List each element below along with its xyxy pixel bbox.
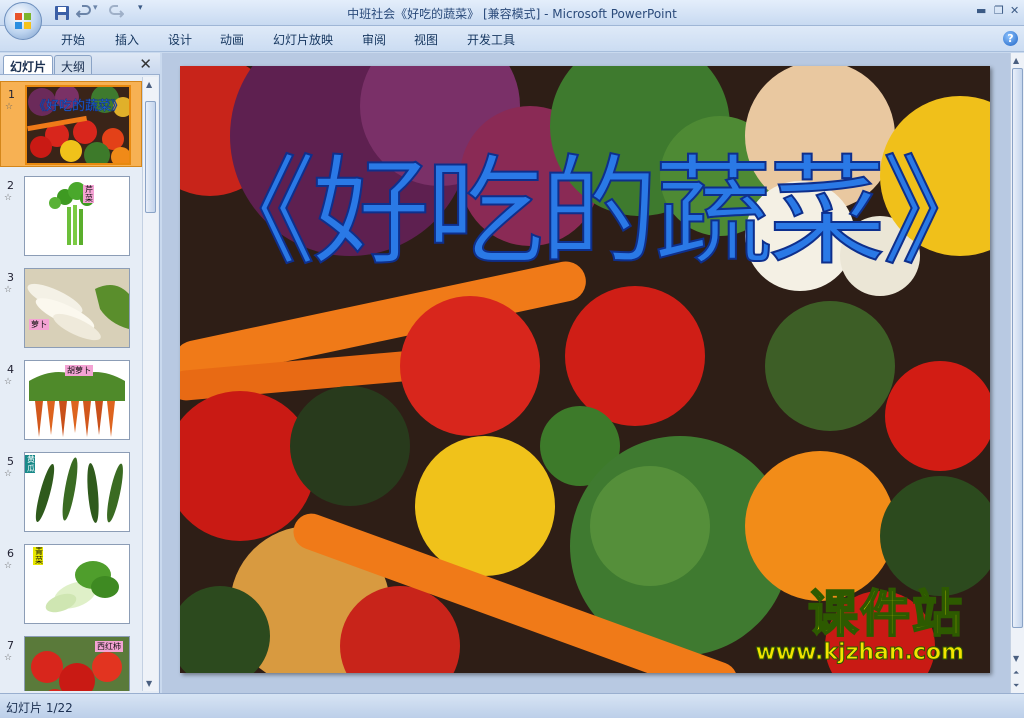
thumbnail-row[interactable]: 5 ☆ 黄瓜 bbox=[0, 449, 142, 535]
cucumbers-image bbox=[35, 457, 123, 523]
thumbnail-row[interactable]: 3 ☆ 萝卜 bbox=[0, 265, 142, 351]
slide-thumbnail[interactable]: 《好吃的蔬菜》 bbox=[25, 85, 131, 165]
office-button[interactable] bbox=[4, 2, 42, 40]
thumbnail-label: 胡萝卜 bbox=[65, 365, 93, 376]
panel-tab-bar: 幻灯片 大纲 ✕ bbox=[0, 53, 160, 75]
slide-editor: 《好吃的蔬菜》 课件站 www.kjzhan.com bbox=[162, 53, 1010, 693]
close-panel-icon[interactable]: ✕ bbox=[139, 55, 152, 73]
panel-scrollbar[interactable]: ▲ ▼ bbox=[142, 77, 158, 691]
tab-home[interactable]: 开始 bbox=[61, 31, 85, 48]
thumbnail-number: 4 bbox=[7, 363, 14, 376]
thumbnail-row[interactable]: 4 ☆ 胡萝卜 bbox=[0, 357, 142, 443]
editor-scroll-thumb[interactable] bbox=[1012, 68, 1023, 628]
slide-thumbnail[interactable]: 西红柿 bbox=[24, 636, 130, 691]
close-icon[interactable]: ✕ bbox=[1010, 4, 1019, 17]
thumbnail-number: 3 bbox=[7, 271, 14, 284]
animation-star-icon: ☆ bbox=[4, 285, 13, 295]
next-slide-icon[interactable]: ⏷ bbox=[1013, 681, 1019, 691]
thumbnail-list: 1 ☆ 《好吃的蔬菜》 2 ☆ 芹菜 3 ☆ 萝卜 4 ☆ 胡萝卜 5 ☆ 黄瓜… bbox=[0, 77, 142, 691]
watermark-url: www.kjzhan.com bbox=[755, 640, 965, 665]
previous-slide-icon[interactable]: ⏶ bbox=[1013, 668, 1019, 678]
minimize-icon[interactable]: ▬ bbox=[976, 4, 986, 17]
watermark: 课件站 www.kjzhan.com bbox=[755, 585, 965, 665]
thumbnail-label: 青菜 bbox=[33, 547, 43, 565]
slide-canvas[interactable]: 《好吃的蔬菜》 课件站 www.kjzhan.com bbox=[180, 66, 990, 673]
thumbnail-label: 西红柿 bbox=[95, 641, 123, 652]
thumbnail-number: 6 bbox=[7, 547, 14, 560]
help-icon[interactable]: ? bbox=[1003, 31, 1018, 46]
thumbnail-number: 1 bbox=[8, 88, 15, 101]
slide-thumbnail[interactable]: 胡萝卜 bbox=[24, 360, 130, 440]
slide-thumbnail[interactable]: 黄瓜 bbox=[24, 452, 130, 532]
animation-star-icon: ☆ bbox=[4, 193, 13, 203]
panel-scroll-thumb[interactable] bbox=[145, 101, 156, 213]
slide-thumbnail[interactable]: 青菜 bbox=[24, 544, 130, 624]
animation-star-icon: ☆ bbox=[4, 377, 13, 387]
restore-icon[interactable]: ❐ bbox=[994, 4, 1004, 17]
tab-review[interactable]: 审阅 bbox=[362, 31, 386, 48]
thumbnail-label: 萝卜 bbox=[29, 319, 49, 330]
scroll-down-icon[interactable]: ▼ bbox=[1013, 654, 1019, 663]
watermark-text: 课件站 bbox=[807, 585, 964, 643]
thumbnail-label: 黄瓜 bbox=[25, 455, 35, 473]
office-logo-icon bbox=[15, 13, 31, 29]
slide-title[interactable]: 《好吃的蔬菜》 bbox=[197, 116, 990, 287]
animation-star-icon: ☆ bbox=[5, 102, 14, 112]
title-bar: ▾ ▾ 中班社会《好吃的蔬菜》 [兼容模式] - Microsoft Power… bbox=[0, 0, 1024, 40]
tab-slideshow[interactable]: 幻灯片放映 bbox=[273, 31, 333, 48]
scroll-up-icon[interactable]: ▲ bbox=[1013, 56, 1019, 65]
slide-thumbnail[interactable]: 萝卜 bbox=[24, 268, 130, 348]
celery-image bbox=[49, 182, 94, 245]
thumbnail-row[interactable]: 2 ☆ 芹菜 bbox=[0, 173, 142, 259]
scroll-up-icon[interactable]: ▲ bbox=[146, 80, 152, 89]
radish-image bbox=[25, 269, 129, 347]
tab-slides[interactable]: 幻灯片 bbox=[3, 55, 54, 74]
thumbnail-row[interactable]: 1 ☆ 《好吃的蔬菜》 bbox=[0, 81, 142, 167]
tab-animation[interactable]: 动画 bbox=[220, 31, 244, 48]
tab-developer[interactable]: 开发工具 bbox=[467, 31, 515, 48]
ribbon-tab-bar: 开始 插入 设计 动画 幻灯片放映 审阅 视图 开发工具 ? bbox=[0, 26, 1024, 52]
thumbnail-label: 芹菜 bbox=[83, 185, 94, 203]
thumbnail-number: 5 bbox=[7, 455, 14, 468]
scroll-down-icon[interactable]: ▼ bbox=[146, 679, 152, 688]
status-bar: 幻灯片 1/22 bbox=[0, 693, 1024, 718]
thumbnail-number: 7 bbox=[7, 639, 14, 652]
slide-counter: 幻灯片 1/22 bbox=[6, 701, 73, 715]
thumbnail-row[interactable]: 6 ☆ 青菜 bbox=[0, 541, 142, 627]
tab-outline[interactable]: 大纲 bbox=[54, 55, 93, 74]
thumbnail-label: 《好吃的蔬菜》 bbox=[33, 99, 125, 115]
thumbnail-number: 2 bbox=[7, 179, 14, 192]
tab-design[interactable]: 设计 bbox=[168, 31, 192, 48]
animation-star-icon: ☆ bbox=[4, 653, 13, 663]
window-title: 中班社会《好吃的蔬菜》 [兼容模式] - Microsoft PowerPoin… bbox=[347, 7, 677, 21]
animation-star-icon: ☆ bbox=[4, 561, 13, 571]
slide-thumbnail[interactable]: 芹菜 bbox=[24, 176, 130, 256]
animation-star-icon: ☆ bbox=[4, 469, 13, 479]
slides-panel: 幻灯片 大纲 ✕ 1 ☆ 《好吃的蔬菜》 2 ☆ 芹菜 3 ☆ 萝卜 4 ☆ 胡… bbox=[0, 53, 160, 693]
editor-scrollbar[interactable]: ▲ ▼ ⏶ ⏷ bbox=[1010, 53, 1024, 693]
tab-view[interactable]: 视图 bbox=[414, 31, 438, 48]
tab-insert[interactable]: 插入 bbox=[115, 31, 139, 48]
thumbnail-row[interactable]: 7 ☆ 西红柿 bbox=[0, 633, 142, 691]
